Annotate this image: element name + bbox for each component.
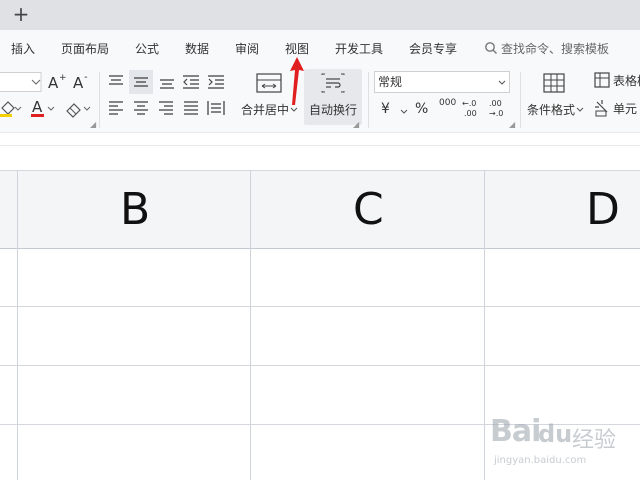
font-group-expand-icon[interactable]: ◢ — [90, 120, 96, 129]
increase-font-size-icon[interactable]: A + — [47, 72, 67, 92]
menu-formula[interactable]: 公式 — [135, 41, 159, 57]
align-left-icon[interactable] — [106, 98, 126, 118]
align-center-icon[interactable] — [131, 98, 151, 118]
conditional-format-icon[interactable] — [542, 72, 566, 94]
number-group-expand-icon[interactable]: ◢ — [509, 120, 515, 129]
grid-line — [0, 306, 640, 307]
cell-style-icon[interactable] — [594, 99, 610, 117]
baidu-jingyan-watermark: Bai du 经验 jingyan.baidu.com — [490, 408, 640, 480]
divider — [0, 145, 640, 146]
formula-bar-area — [0, 132, 640, 171]
cell-c1[interactable] — [251, 248, 484, 306]
align-middle-icon[interactable] — [129, 70, 153, 94]
grid-line — [484, 170, 485, 480]
percent-icon[interactable]: % — [415, 101, 428, 117]
separator — [368, 72, 369, 128]
svg-text:.00: .00 — [489, 99, 502, 108]
cell-b1[interactable] — [18, 248, 250, 306]
justify-icon[interactable] — [181, 98, 201, 118]
column-header-d[interactable]: D — [586, 184, 620, 236]
increase-indent-icon[interactable] — [206, 72, 226, 92]
thousands-separator-icon[interactable]: 000 — [439, 98, 456, 108]
decrease-decimal-icon[interactable]: .00 →.0 — [489, 98, 509, 118]
font-color-icon[interactable]: A — [30, 98, 58, 118]
ribbon-toolbar: A + A- A ◢ 合并居中 自动换行 ◢ 常规 ¥ % 000 ←.0 .0… — [0, 68, 640, 132]
merge-center-icon[interactable] — [256, 72, 282, 94]
conditional-format-button[interactable]: 条件格式 — [527, 102, 575, 118]
menu-review[interactable]: 审阅 — [235, 41, 259, 57]
svg-text:←.0: ←.0 — [462, 99, 476, 108]
menu-developer-tools[interactable]: 开发工具 — [335, 41, 383, 57]
svg-text:+: + — [59, 73, 67, 83]
tab-strip — [0, 0, 640, 30]
grid-line — [250, 170, 251, 480]
chevron-down-icon[interactable] — [290, 106, 298, 114]
chevron-down-icon[interactable] — [498, 79, 506, 87]
separator — [520, 72, 521, 128]
wrap-text-button[interactable]: 自动换行 — [309, 102, 357, 118]
chevron-down-icon[interactable] — [576, 106, 584, 114]
distributed-align-icon[interactable] — [206, 98, 226, 118]
align-top-icon[interactable] — [106, 72, 126, 92]
currency-icon[interactable]: ¥ — [381, 101, 390, 117]
grid-line — [0, 365, 640, 366]
merge-center-button[interactable]: 合并居中 — [241, 102, 289, 118]
table-style-button[interactable]: 表格样 — [613, 73, 640, 89]
cell-d1[interactable] — [485, 248, 640, 306]
command-search-input[interactable]: 查找命令、搜索模板 — [501, 41, 609, 57]
annotation-arrow — [290, 57, 304, 105]
svg-text:.00: .00 — [464, 109, 477, 118]
menu-insert[interactable]: 插入 — [11, 41, 35, 57]
menu-data[interactable]: 数据 — [185, 41, 209, 57]
align-bottom-icon[interactable] — [157, 72, 177, 92]
menu-member[interactable]: 会员专享 — [409, 41, 457, 57]
svg-text:A: A — [48, 74, 59, 92]
search-icon[interactable] — [484, 41, 498, 55]
svg-text:A: A — [32, 98, 43, 116]
column-header-row — [0, 170, 640, 249]
clear-format-icon[interactable] — [64, 98, 92, 118]
svg-text:→.0: →.0 — [489, 109, 503, 118]
new-tab-button[interactable]: + — [11, 3, 31, 25]
chevron-down-icon[interactable] — [400, 108, 408, 116]
column-header-c[interactable]: C — [353, 184, 384, 236]
grid-line — [17, 170, 18, 480]
svg-text:-: - — [84, 72, 88, 83]
watermark-paw: du — [538, 420, 573, 448]
column-header-b[interactable]: B — [120, 184, 150, 236]
fill-color-icon[interactable] — [0, 98, 22, 118]
watermark-jingyan: 经验 — [572, 428, 617, 453]
watermark-brand: Bai — [490, 414, 541, 449]
cell-style-button[interactable]: 单元 — [613, 101, 637, 117]
number-format-value: 常规 — [378, 75, 403, 89]
wrap-text-icon[interactable] — [320, 72, 346, 94]
decrease-font-size-icon[interactable]: A- — [72, 72, 92, 92]
alignment-group-expand-icon[interactable]: ◢ — [353, 120, 359, 129]
increase-decimal-icon[interactable]: ←.0.00 — [462, 98, 482, 118]
table-style-icon[interactable] — [594, 72, 610, 88]
watermark-url: jingyan.baidu.com — [494, 455, 587, 466]
menu-page-layout[interactable]: 页面布局 — [61, 41, 109, 57]
font-size-dropdown[interactable] — [0, 72, 42, 92]
decrease-indent-icon[interactable] — [181, 72, 201, 92]
svg-text:A: A — [73, 74, 84, 92]
separator — [99, 72, 100, 128]
align-right-icon[interactable] — [156, 98, 176, 118]
